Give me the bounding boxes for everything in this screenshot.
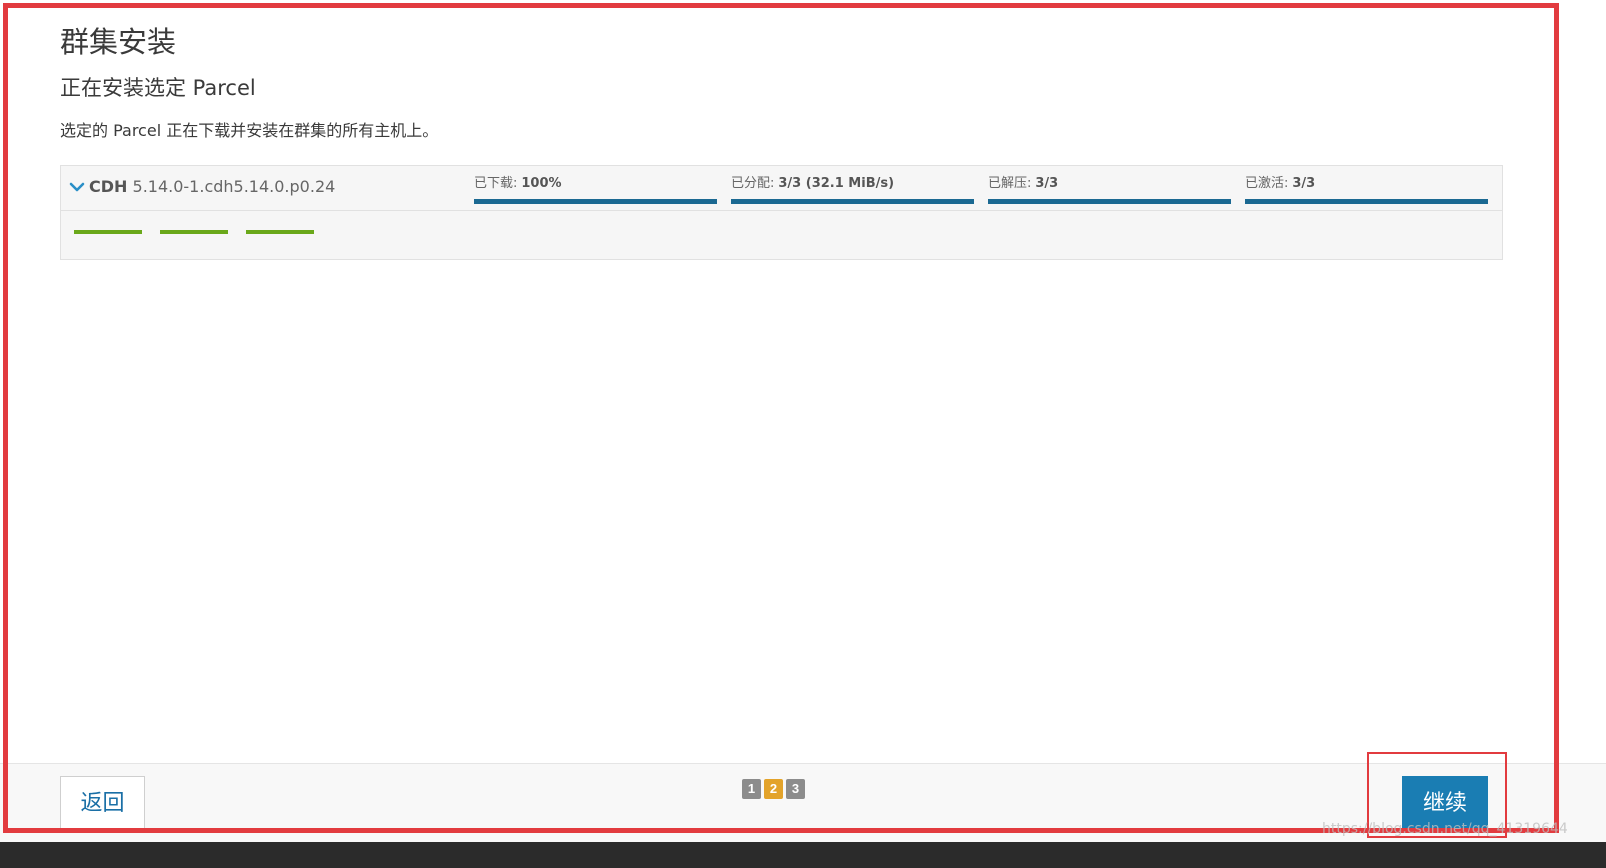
progress-bar (1245, 199, 1488, 204)
page-subtitle: 正在安装选定 Parcel (60, 76, 256, 100)
stage-value: 3/3 (1035, 176, 1059, 191)
stage-distributed: 已分配: 3/3 (32.1 MiB/s) (731, 174, 974, 204)
stage-value: 3/3 (1292, 176, 1316, 191)
host-status-bar (160, 230, 228, 234)
bottom-edge (0, 842, 1606, 868)
step-1[interactable]: 1 (742, 779, 761, 799)
back-button[interactable]: 返回 (60, 776, 145, 832)
host-status-bar (246, 230, 314, 234)
stage-label: 已激活: (1245, 176, 1289, 191)
stage-value: 3/3 (32.1 MiB/s) (778, 176, 895, 191)
progress-bar (474, 199, 717, 204)
progress-fill (1245, 199, 1488, 204)
parcel-version: 5.14.0-1.cdh5.14.0.p0.24 (132, 177, 336, 196)
stage-label: 已解压: (988, 176, 1032, 191)
stage-label: 已下载: (474, 176, 518, 191)
stage-unpacked: 已解压: 3/3 (988, 174, 1231, 204)
progress-fill (474, 199, 717, 204)
step-3[interactable]: 3 (786, 779, 805, 799)
page-title: 群集安装 (60, 25, 177, 59)
step-2[interactable]: 2 (764, 779, 783, 799)
stage-value: 100% (521, 176, 562, 191)
page-header: 群集安装 正在安装选定 Parcel 选定的 Parcel 正在下载并安装在群集… (60, 22, 1503, 142)
parcel-product: CDH (89, 177, 128, 196)
progress-bar (988, 199, 1231, 204)
host-status-bar (74, 230, 142, 234)
stage-activated: 已激活: 3/3 (1245, 174, 1488, 204)
page-description: 选定的 Parcel 正在下载并安装在群集的所有主机上。 (60, 121, 439, 140)
cluster-install-screen: 群集安装 正在安装选定 Parcel 选定的 Parcel 正在下载并安装在群集… (0, 0, 1606, 868)
parcel-toggle[interactable]: CDH 5.14.0-1.cdh5.14.0.p0.24 (69, 175, 335, 199)
watermark: https://blog.csdn.net/qq_41319644 (1322, 821, 1568, 837)
stage-downloaded: 已下载: 100% (474, 174, 717, 204)
progress-bar (731, 199, 974, 204)
progress-fill (988, 199, 1231, 204)
stage-label: 已分配: (731, 176, 775, 191)
progress-fill (731, 199, 974, 204)
chevron-down-icon[interactable] (69, 179, 85, 195)
parcel-header: CDH 5.14.0-1.cdh5.14.0.p0.24 已下载: 100% 已分… (61, 166, 1502, 211)
parcel-panel: CDH 5.14.0-1.cdh5.14.0.p0.24 已下载: 100% 已分… (60, 165, 1503, 260)
